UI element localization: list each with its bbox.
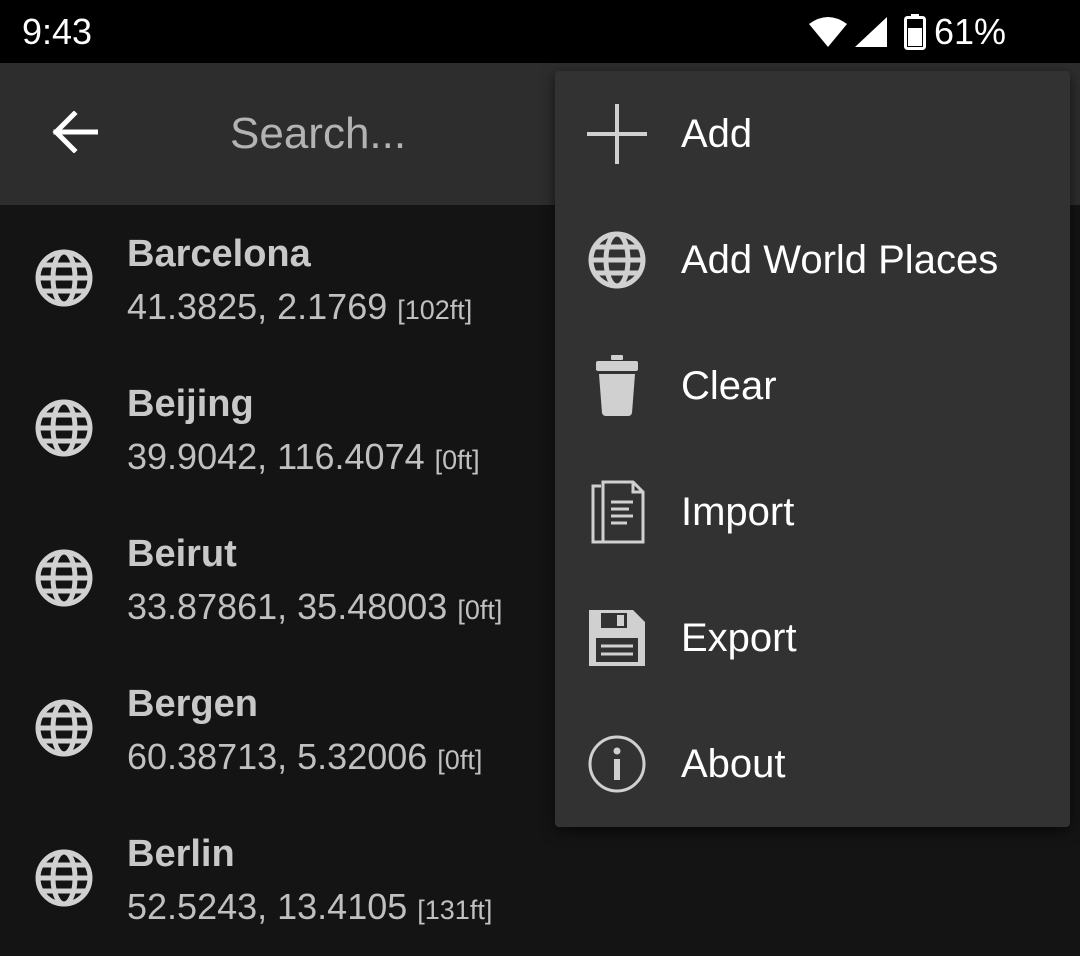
place-coords-value: 41.3825, 2.1769 — [127, 286, 388, 327]
place-name: Berlin — [127, 833, 235, 875]
globe-icon — [34, 248, 94, 308]
place-elevation: [102ft] — [397, 295, 473, 325]
place-coords-value: 52.5243, 13.4105 — [127, 886, 408, 927]
menu-item-label: About — [681, 742, 786, 786]
place-coordinates: 33.87861, 35.48003 [0ft] — [127, 585, 502, 632]
menu-item-import[interactable]: Import — [555, 449, 1070, 575]
place-coordinates: 52.5243, 13.4105 [131ft] — [127, 885, 492, 932]
place-coordinates: 39.9042, 116.4074 [0ft] — [127, 435, 480, 482]
globe-icon — [585, 228, 649, 292]
globe-icon — [34, 698, 94, 758]
status-bar: 9:43 61% — [0, 0, 1080, 63]
import-icon — [585, 480, 649, 544]
place-elevation: [0ft] — [437, 745, 483, 775]
screen: 9:43 61% Search... Barcelona 41.3825, 2.… — [0, 0, 1080, 956]
status-icons: 61% — [808, 12, 1006, 52]
place-name: Beirut — [127, 533, 237, 575]
menu-item-label: Clear — [681, 364, 777, 408]
place-name: Bergen — [127, 683, 258, 725]
list-item[interactable]: Berlin 52.5243, 13.4105 [131ft] — [0, 805, 1080, 955]
place-coordinates: 60.38713, 5.32006 [0ft] — [127, 735, 482, 782]
menu-item-add[interactable]: Add — [555, 71, 1070, 197]
wifi-icon — [808, 16, 848, 48]
status-time: 9:43 — [22, 11, 93, 52]
battery-icon — [903, 14, 926, 50]
menu-item-export[interactable]: Export — [555, 575, 1070, 701]
place-elevation: [131ft] — [417, 895, 493, 925]
menu-item-add-world-places[interactable]: Add World Places — [555, 197, 1070, 323]
arrow-left-icon — [52, 109, 99, 158]
back-button[interactable] — [38, 96, 112, 172]
globe-icon — [34, 548, 94, 608]
menu-item-label: Add — [681, 112, 753, 156]
plus-icon — [585, 102, 649, 166]
info-icon — [585, 732, 649, 796]
place-elevation: [0ft] — [457, 595, 503, 625]
place-name: Beijing — [127, 383, 254, 425]
place-name: Barcelona — [127, 233, 311, 275]
menu-item-label: Export — [681, 616, 797, 660]
place-coords-value: 39.9042, 116.4074 — [127, 436, 425, 477]
menu-item-clear[interactable]: Clear — [555, 323, 1070, 449]
signal-icon — [854, 16, 888, 48]
place-coordinates: 41.3825, 2.1769 [102ft] — [127, 285, 472, 332]
menu-item-about[interactable]: About — [555, 701, 1070, 827]
place-elevation: [0ft] — [434, 445, 480, 475]
menu-item-label: Import — [681, 490, 795, 534]
menu-item-label: Add World Places — [681, 238, 999, 282]
overflow-menu: Add Add World Places Clear Import Export… — [555, 71, 1070, 827]
place-coords-value: 60.38713, 5.32006 — [127, 736, 428, 777]
save-icon — [585, 606, 649, 670]
place-coords-value: 33.87861, 35.48003 — [127, 586, 448, 627]
globe-icon — [34, 848, 94, 908]
battery-percent: 61% — [933, 11, 1006, 52]
search-input[interactable] — [230, 103, 540, 165]
globe-icon — [34, 398, 94, 458]
trash-icon — [585, 354, 649, 418]
